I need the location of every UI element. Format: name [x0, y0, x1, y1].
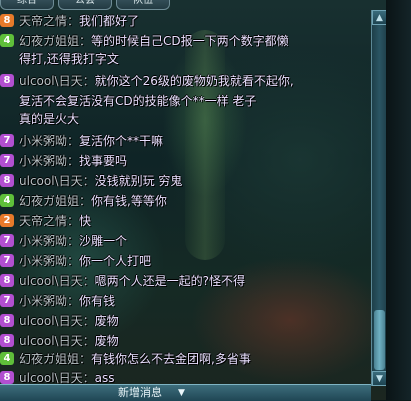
message-body: 你有钱,等等你 [91, 194, 167, 208]
channel-badge: 7 [0, 294, 14, 307]
message-text: 小米粥呦：复活你个**干嘛 [19, 132, 163, 150]
scroll-thumb[interactable] [374, 310, 385, 370]
message-body: 废物 [94, 314, 119, 328]
channel-badge: 8 [0, 371, 14, 384]
message-text: ulcool\日天：没钱就别玩 穷鬼 [19, 172, 182, 190]
channel-badge: 4 [0, 194, 14, 207]
message-body: 复活你个**干嘛 [79, 134, 164, 148]
message-continuation: 真的是火大 [19, 112, 80, 126]
channel-badge: 2 [0, 214, 14, 227]
window-edge [386, 0, 411, 400]
message-body: 快 [79, 214, 92, 228]
channel-badge: 7 [0, 134, 14, 147]
channel-badge: 8 [0, 274, 14, 287]
channel-badge: 8 [0, 14, 14, 27]
message-text: 小米粥呦：你有钱 [19, 292, 115, 310]
message-body: 沙雕一个 [79, 234, 128, 248]
message-text: ulcool\日天：嗯两个人还是一起的?怪不得 [19, 272, 245, 290]
channel-badge: 7 [0, 254, 14, 267]
channel-badge: 7 [0, 234, 14, 247]
chevron-down-icon: ▼ [178, 388, 185, 398]
speaker-name[interactable]: 小米粥呦： [19, 254, 79, 268]
new-message-label: 新增消息 [118, 386, 162, 399]
tab-general[interactable]: 综合 [0, 0, 54, 10]
new-message-button[interactable]: 新增消息 ▼ [0, 384, 371, 401]
speaker-name[interactable]: 幻夜ガ姐姐： [19, 194, 91, 208]
speaker-name[interactable]: 小米粥呦： [19, 234, 79, 248]
speaker-name[interactable]: 小米粥呦： [19, 134, 79, 148]
speaker-name[interactable]: 小米粥呦： [19, 154, 79, 168]
speaker-name[interactable]: ulcool\日天： [19, 174, 95, 188]
message-text: ulcool\日天：就你这个26级的废物奶我就看不起你, [19, 72, 294, 90]
speaker-name[interactable]: 小米粥呦： [19, 294, 79, 308]
message-text: 小米粥呦：沙雕一个 [19, 232, 127, 250]
speaker-name[interactable]: ulcool\日天： [19, 314, 95, 328]
channel-badge: 8 [0, 74, 14, 87]
message-body: 你一个人打吧 [79, 254, 152, 268]
tab-guild[interactable]: 公会 [58, 0, 112, 10]
speaker-name[interactable]: 天帝之情： [19, 214, 79, 228]
message-text: 幻夜ガ姐姐：有钱你怎么不去金团啊,多省事 [19, 350, 251, 368]
message-text: 天帝之情：我们都好了 [19, 12, 139, 30]
message-text: 幻夜ガ姐姐：你有钱,等等你 [19, 192, 167, 210]
message-text: ulcool\日天：废物 [19, 312, 119, 330]
chat-tab-bar: 综合 公会 队伍 [0, 0, 370, 10]
message-text: 小米粥呦：找事要吗 [19, 152, 127, 170]
speaker-name[interactable]: ulcool\日天： [19, 334, 95, 348]
message-body: 你有钱 [79, 294, 116, 308]
message-body: 等的时候自己CD报一下两个数字都懒 [91, 34, 289, 48]
speaker-name[interactable]: 天帝之情： [19, 14, 79, 28]
message-text: 小米粥呦：你一个人打吧 [19, 252, 151, 270]
channel-badge: 4 [0, 352, 14, 365]
scroll-down-icon[interactable]: ▼ [372, 371, 387, 386]
speaker-name[interactable]: ulcool\日天： [19, 74, 95, 88]
message-body: 我们都好了 [79, 14, 140, 28]
channel-badge: 8 [0, 314, 14, 327]
message-body: 有钱你怎么不去金团啊,多省事 [91, 352, 251, 366]
channel-badge: 4 [0, 34, 14, 47]
message-body: 没钱就别玩 穷鬼 [94, 174, 183, 188]
scene-tree-trunk [185, 30, 225, 260]
channel-badge: 8 [0, 334, 14, 347]
message-text: ulcool\日天：废物 [19, 332, 119, 350]
speaker-name[interactable]: ulcool\日天： [19, 371, 95, 385]
message-continuation: 得打,还得我打字文 [19, 52, 119, 66]
message-continuation: 复活不会复活没有CD的技能像个**一样 老子 [19, 94, 257, 108]
message-text: 天帝之情：快 [19, 212, 91, 230]
speaker-name[interactable]: 幻夜ガ姐姐： [19, 352, 91, 366]
message-body: ass [94, 371, 115, 385]
scroll-up-icon[interactable]: ▲ [372, 10, 387, 25]
message-body: 就你这个26级的废物奶我就看不起你, [94, 74, 294, 88]
channel-badge: 8 [0, 174, 14, 187]
tab-team[interactable]: 队伍 [116, 0, 170, 10]
message-text: 幻夜ガ姐姐：等的时候自己CD报一下两个数字都懒 [19, 32, 289, 50]
speaker-name[interactable]: 幻夜ガ姐姐： [19, 34, 91, 48]
channel-badge: 7 [0, 154, 14, 167]
speaker-name[interactable]: ulcool\日天： [19, 274, 95, 288]
message-body: 找事要吗 [79, 154, 128, 168]
message-body: 废物 [94, 334, 119, 348]
message-body: 嗯两个人还是一起的?怪不得 [94, 274, 245, 288]
